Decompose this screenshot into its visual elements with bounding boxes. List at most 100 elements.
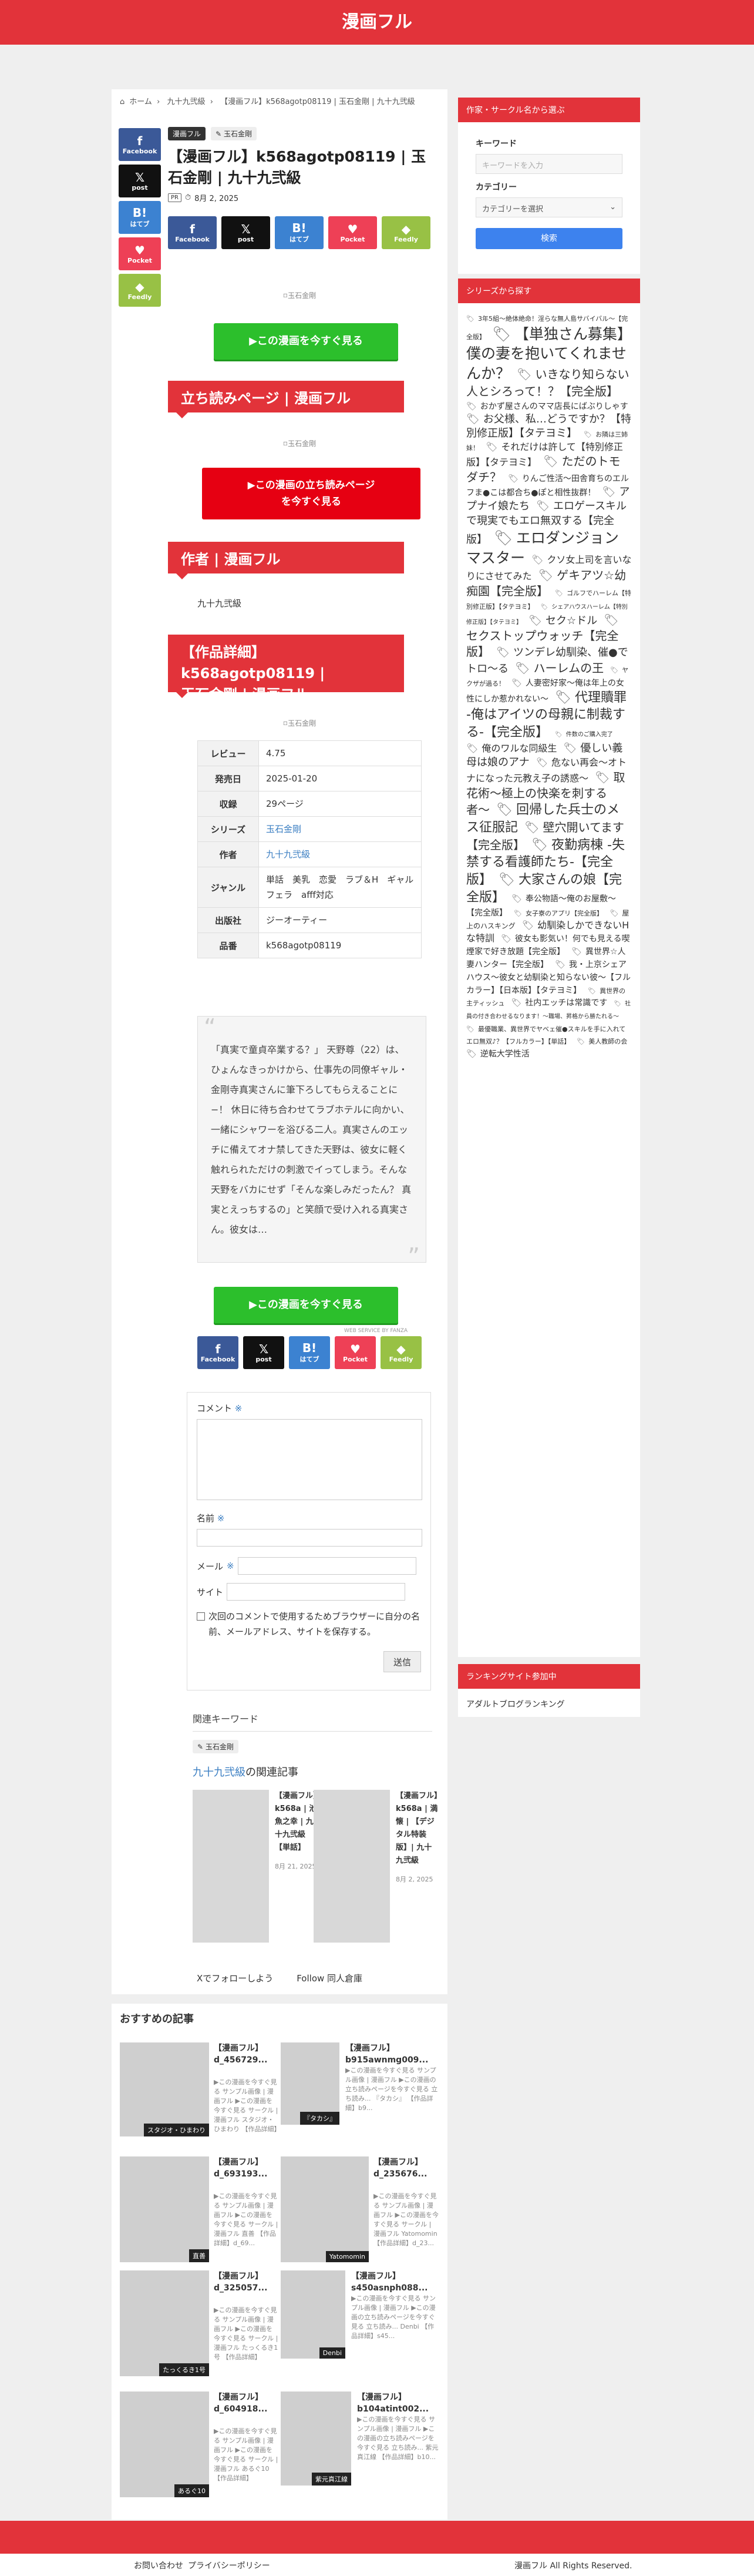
pocket-icon: ♥ [347, 222, 358, 236]
quote-close-icon: ” [408, 1243, 420, 1270]
author-link[interactable]: 九十九弐級 [258, 841, 422, 867]
series-tag-link[interactable]: 🏷 おかず屋さんのママ店長にばぶりしゃす [466, 402, 632, 411]
keyword-tag[interactable]: ✎ 玉石金剛 [193, 1740, 238, 1753]
related-keywords: 関連キーワード ✎ 玉石金剛 [193, 1711, 432, 1753]
read-now-button-bottom[interactable]: ▶この漫画を今すぐ見る [214, 1287, 398, 1323]
feedly-share-button[interactable]: ◆ Feedly [382, 216, 430, 249]
comment-textarea[interactable] [197, 1419, 422, 1500]
tag-icon: 🏷 [496, 803, 513, 818]
save-info-checkbox[interactable] [197, 1612, 205, 1621]
search-widget: 作家・サークル名から選ぶ キーワード キーワードを入力 カテゴリー カテゴリーを… [458, 98, 640, 274]
card-thumbnail: 直善 [120, 2156, 209, 2262]
article-meta: PR ⏱ 8月 2, 2025 [168, 192, 438, 203]
info-key: シリーズ [197, 816, 259, 842]
breadcrumb-home[interactable]: ホーム [129, 98, 152, 106]
facebook-icon: f [137, 133, 143, 148]
breadcrumb-author[interactable]: 九十九弐級 [167, 98, 206, 106]
breadcrumb-current: 【漫画フル】k568agotp08119 | 玉石金剛 | 九十九弐級 [220, 98, 415, 106]
related-thumbnail [193, 1790, 269, 1943]
clock-icon: ⏱ [184, 193, 191, 202]
tag-icon: 🏷 [496, 646, 510, 659]
category-tag[interactable]: ✎ 玉石金剛 [211, 127, 257, 140]
series-tag-link[interactable]: 🏷 セク☆ドル [529, 615, 601, 627]
tag-icon: 🏷 [466, 401, 477, 411]
footer-contact-link[interactable]: お問い合わせ [134, 2560, 183, 2571]
table-row: 作者 九十九弐級 [197, 841, 422, 867]
sample-image: ▫ 玉石金剛 [282, 439, 317, 448]
email-input[interactable] [237, 1557, 416, 1575]
pocket-share-button[interactable]: ♥ Pocket [119, 237, 161, 270]
follow-x-link[interactable]: Xでフォローしよう [197, 1972, 273, 1984]
feedly-share-button[interactable]: ◆ Feedly [119, 274, 161, 307]
ranking-link[interactable]: アダルトブログランキング [458, 1689, 640, 1719]
series-tag-link[interactable]: 🏷 俺のワルな同級生 [466, 743, 560, 754]
info-key: 収録 [197, 791, 259, 817]
pocket-share-button[interactable]: ♥ Pocket [328, 216, 377, 249]
hatena-share-button[interactable]: B! はてブ [275, 216, 324, 249]
info-key: レビュー [197, 740, 259, 766]
keyword-input[interactable]: キーワードを入力 [476, 154, 622, 174]
x-share-button[interactable]: 𝕏post [243, 1336, 284, 1369]
related-article-card[interactable]: 【漫画フル】k568a | 満懐 | 【デジタル特装版】| 九十九弐級 8月 2,… [314, 1790, 438, 1943]
description-quote: “ 「真実で童貞卒業する？」 天野尊（22）は、ひょんなきっかけから、仕事先の同… [197, 1016, 426, 1269]
info-value: 2025-01-20 [258, 766, 422, 791]
category-list: 漫画フル ✎ 玉石金剛 [168, 127, 438, 140]
series-tag-link[interactable]: 🏷 逆転大学性活 [466, 1049, 533, 1059]
site-logo-link[interactable]: 漫画フル [0, 0, 754, 45]
series-tag-link[interactable]: 🏷 社内エッチは常識です [511, 998, 611, 1008]
tag-icon: 🏷 [511, 678, 522, 688]
info-key: 品番 [197, 933, 259, 958]
site-input[interactable] [227, 1583, 406, 1601]
pocket-share-button[interactable]: ♥ Pocket [335, 1336, 376, 1369]
series-tag-link[interactable]: 🏷 ハーレムの王 [515, 661, 607, 675]
facebook-share-button[interactable]: f Facebook [168, 216, 217, 249]
x-share-button[interactable]: 𝕏post [221, 216, 270, 249]
email-row: メール ※ [197, 1557, 421, 1575]
series-link[interactable]: 玉石金剛 [258, 816, 422, 842]
recommended-card[interactable]: Denbi 【漫画フル】s450asnph088... ▶この漫画を今すぐ見る サン… [281, 2270, 440, 2376]
recommended-card[interactable]: 直善 【漫画フル】d_693193... ▶この漫画を今すぐ見る サンプル画像 | … [120, 2156, 280, 2262]
hatena-share-button[interactable]: B! はてブ [289, 1336, 330, 1369]
series-tag-link[interactable]: 🏷 件数のご購入完了 [555, 732, 617, 738]
recommended-card[interactable]: Yatomomin 【漫画フル】d_235676... ▶この漫画を今すぐ見る サン… [281, 2156, 440, 2262]
tag-icon: 🏷 [466, 742, 479, 754]
follow-site-link[interactable]: Follow 同人倉庫 [297, 1972, 362, 1984]
footer-privacy-link[interactable]: プライバシーポリシー [188, 2560, 270, 2571]
recommended-card[interactable]: スタジオ・ひまわり 【漫画フル】d_456729... ▶この漫画を今すぐ見る サン… [120, 2042, 280, 2148]
series-tag-link[interactable]: 🏷 女子寮のアプリ【完全版】 [514, 910, 607, 917]
recommended-card[interactable]: あるぐ10 【漫画フル】d_604918... ▶この漫画を今すぐ見る サンプル画像… [120, 2391, 280, 2497]
tag-icon: 🏷 [531, 554, 544, 565]
tag-icon: ✎ [216, 130, 224, 138]
search-button[interactable]: 検索 [476, 228, 622, 249]
site-row: サイト [197, 1583, 421, 1601]
main-content: ⌂ ホーム › 九十九弐級 › 【漫画フル】k568agotp08119 | 玉石… [112, 89, 447, 1967]
related-author-link[interactable]: 九十九弐級 [193, 1766, 245, 1779]
facebook-share-button[interactable]: f Facebook [197, 1336, 238, 1369]
keyword-label: キーワード [476, 139, 517, 149]
category-select[interactable]: カテゴリーを選択 ⌄ [476, 197, 622, 217]
genre-list: 単話 美乳 恋愛 ラブ＆H ギャル フェラ afff対応 [258, 867, 422, 908]
category-tag[interactable]: 漫画フル [168, 127, 206, 140]
hatena-share-button[interactable]: B! はてブ [119, 201, 161, 234]
card-thumbnail: Denbi [281, 2270, 345, 2359]
related-article-card[interactable]: 【漫画フル】k568a | 池魚之幸 | 九十九弐級【単話】 8月 21, 202… [193, 1790, 317, 1943]
read-sample-button[interactable]: ▶この漫画の立ち読みページ を今すぐ見る [202, 468, 420, 519]
related-thumbnail [314, 1790, 390, 1943]
facebook-share-button[interactable]: f Facebook [119, 128, 161, 161]
detail-image: ▫ 玉石金剛 [282, 719, 317, 727]
tag-icon: 🏷 [595, 770, 610, 785]
series-widget-title: シリーズから探す [458, 279, 640, 303]
series-tag-link[interactable]: 🏷 美人教師の会 [577, 1038, 631, 1045]
comment-label: コメント ※ [197, 1403, 243, 1414]
name-input[interactable] [197, 1529, 422, 1547]
recommended-card[interactable]: 紫元真江線 【漫画フル】b104atint002... ▶この漫画を今すぐ見る サン… [281, 2391, 440, 2497]
recommended-card[interactable]: たっくるき1号 【漫画フル】d_325057... ▶この漫画を今すぐ見る サンプル… [120, 2270, 280, 2376]
feedly-icon: ◆ [401, 222, 411, 236]
read-now-button[interactable]: ▶この漫画を今すぐ見る [214, 323, 398, 360]
tag-icon: 🏷 [555, 589, 564, 598]
feedly-share-button[interactable]: ◆ Feedly [381, 1336, 422, 1369]
product-info-table: レビュー 4.75 発売日 2025-01-20 収録 29ページ シリーズ 玉石金剛 … [197, 740, 422, 958]
submit-comment-button[interactable]: 送信 [383, 1651, 421, 1672]
recommended-card[interactable]: 『タカシ』 【漫画フル】b915awnmg009... ▶この漫画を今すぐ見る サン… [281, 2042, 440, 2148]
x-share-button[interactable]: 𝕏post [119, 165, 161, 197]
